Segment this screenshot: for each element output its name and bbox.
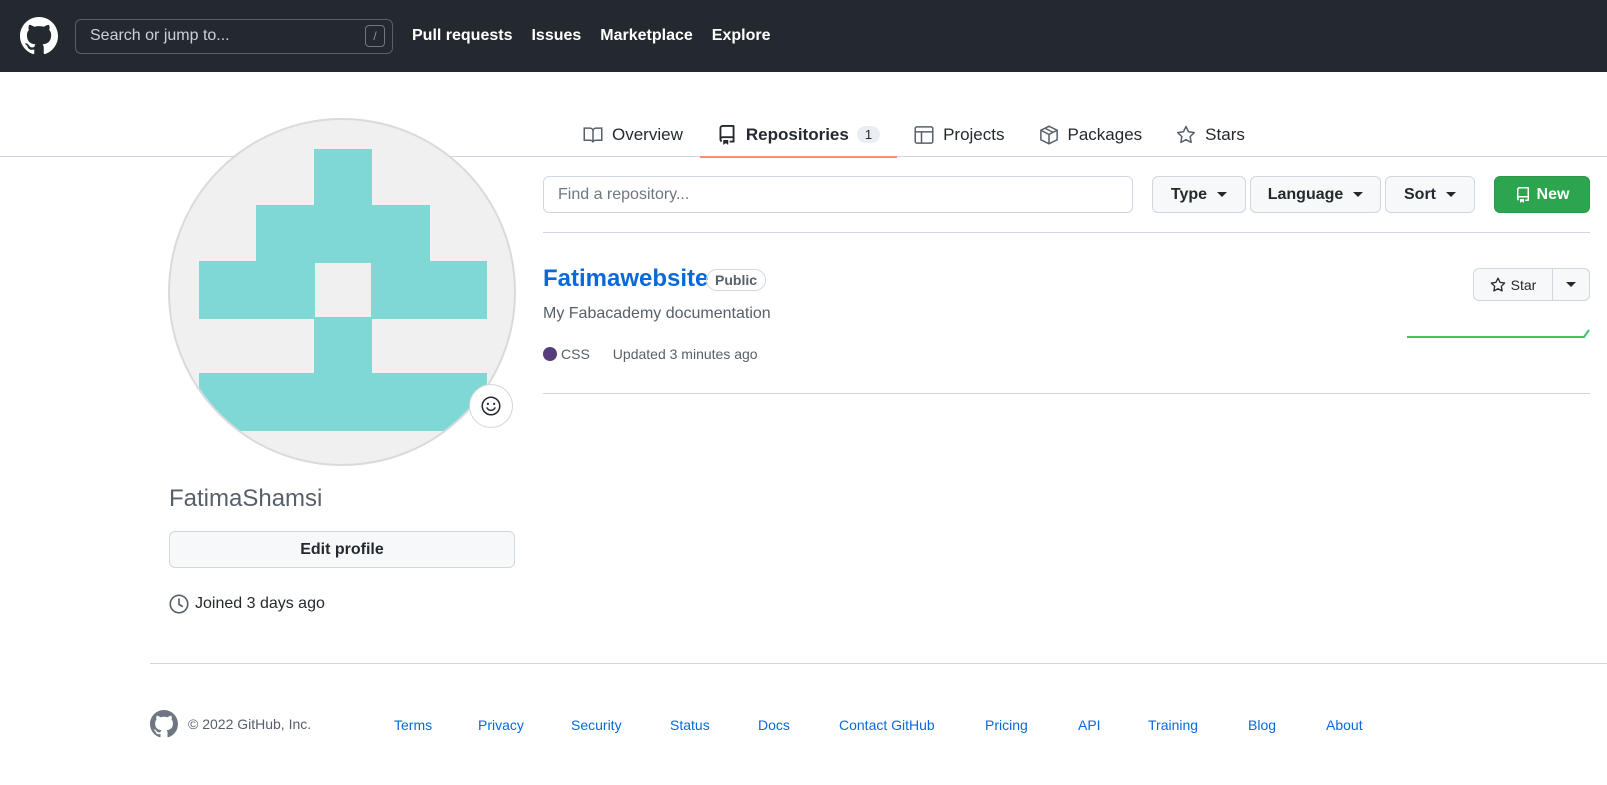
footer-link-training[interactable]: Training [1148, 717, 1248, 733]
star-button-group: Star [1473, 268, 1590, 301]
star-list-dropdown[interactable] [1553, 268, 1590, 301]
top-nav: Pull requests Issues Marketplace Explore [412, 27, 770, 45]
footer-link-terms[interactable]: Terms [394, 717, 478, 733]
clock-icon [169, 594, 189, 614]
chevron-down-icon [1566, 282, 1576, 287]
avatar[interactable] [168, 118, 516, 466]
footer-divider [150, 663, 1607, 664]
footer-link-privacy[interactable]: Privacy [478, 717, 571, 733]
star-icon [1177, 125, 1196, 143]
chevron-down-icon [1217, 192, 1228, 197]
search-input[interactable]: Search or jump to... / [75, 18, 393, 54]
tab-repositories[interactable]: Repositories 1 [699, 112, 898, 158]
repo-icon [719, 124, 735, 145]
search-shortcut-key: / [365, 25, 385, 47]
nav-pull-requests[interactable]: Pull requests [412, 27, 512, 45]
tab-packages-label: Packages [1067, 124, 1143, 144]
repo-meta: CSS Updated 3 minutes ago [543, 346, 758, 362]
footer: © 2022 GitHub, Inc. [150, 710, 311, 738]
edit-profile-button[interactable]: Edit profile [169, 531, 515, 568]
github-logo-icon[interactable] [20, 17, 58, 55]
tab-repositories-label: Repositories [745, 124, 849, 144]
repo-icon [1516, 186, 1529, 203]
search-placeholder: Search or jump to... [90, 27, 230, 44]
new-repository-button[interactable]: New [1494, 176, 1590, 213]
tab-overview-label: Overview [612, 124, 683, 144]
tab-projects[interactable]: Projects [897, 112, 1021, 157]
nav-explore[interactable]: Explore [712, 27, 771, 45]
tab-overview[interactable]: Overview [566, 112, 700, 157]
repo-list-divider [543, 393, 1590, 394]
language-color-dot [543, 347, 557, 361]
profile-username: FatimaShamsi [169, 485, 323, 512]
footer-link-api[interactable]: API [1078, 717, 1148, 733]
sort-filter-label: Sort [1404, 185, 1436, 203]
package-icon [1039, 124, 1058, 145]
footer-link-contact[interactable]: Contact GitHub [839, 717, 985, 733]
footer-copyright: © 2022 GitHub, Inc. [188, 716, 312, 732]
repo-name-link[interactable]: Fatimawebsite [543, 265, 708, 293]
nav-issues[interactable]: Issues [531, 27, 581, 45]
repositories-count-badge: 1 [856, 126, 881, 143]
joined-text: Joined 3 days ago [195, 595, 325, 612]
star-icon [1490, 277, 1505, 292]
footer-link-about[interactable]: About [1326, 717, 1386, 733]
footer-link-pricing[interactable]: Pricing [985, 717, 1078, 733]
filter-divider [543, 232, 1590, 233]
identicon-image [199, 149, 487, 431]
profile-tabs: Overview Repositories 1 Projects Package… [566, 112, 1262, 158]
activity-sparkline [1407, 329, 1590, 338]
book-icon [583, 126, 603, 143]
footer-links: Terms Privacy Security Status Docs Conta… [394, 717, 1386, 733]
type-filter-button[interactable]: Type [1152, 176, 1246, 213]
tab-projects-label: Projects [943, 124, 1005, 144]
footer-link-security[interactable]: Security [571, 717, 670, 733]
repo-description: My Fabacademy documentation [543, 305, 771, 322]
table-icon [914, 125, 934, 144]
smiley-icon [481, 396, 501, 416]
tab-stars-label: Stars [1205, 124, 1245, 144]
language-filter-label: Language [1267, 185, 1344, 203]
star-button-label: Star [1510, 276, 1537, 293]
footer-link-docs[interactable]: Docs [758, 717, 839, 733]
type-filter-label: Type [1170, 185, 1208, 203]
new-button-label: New [1536, 185, 1570, 203]
tab-stars[interactable]: Stars [1159, 112, 1262, 157]
profile-tabs-row: Overview Repositories 1 Projects Package… [0, 72, 1607, 158]
star-button[interactable]: Star [1473, 268, 1553, 301]
top-header: Search or jump to... / Pull requests Iss… [0, 0, 1607, 72]
nav-marketplace[interactable]: Marketplace [600, 27, 693, 45]
chevron-down-icon [1446, 192, 1456, 197]
chevron-down-icon [1353, 192, 1364, 197]
tab-packages[interactable]: Packages [1022, 112, 1160, 157]
joined-date: Joined 3 days ago [169, 594, 325, 614]
github-logo-icon[interactable] [150, 710, 178, 738]
repo-language: CSS [561, 346, 590, 362]
language-filter-button[interactable]: Language [1250, 176, 1381, 213]
sort-filter-button[interactable]: Sort [1385, 176, 1475, 213]
repo-updated: Updated 3 minutes ago [612, 346, 758, 362]
set-status-button[interactable] [469, 384, 513, 428]
footer-link-status[interactable]: Status [670, 717, 758, 733]
footer-link-blog[interactable]: Blog [1248, 717, 1326, 733]
find-repository-input[interactable]: Find a repository... [543, 176, 1133, 213]
visibility-badge: Public [706, 269, 767, 291]
